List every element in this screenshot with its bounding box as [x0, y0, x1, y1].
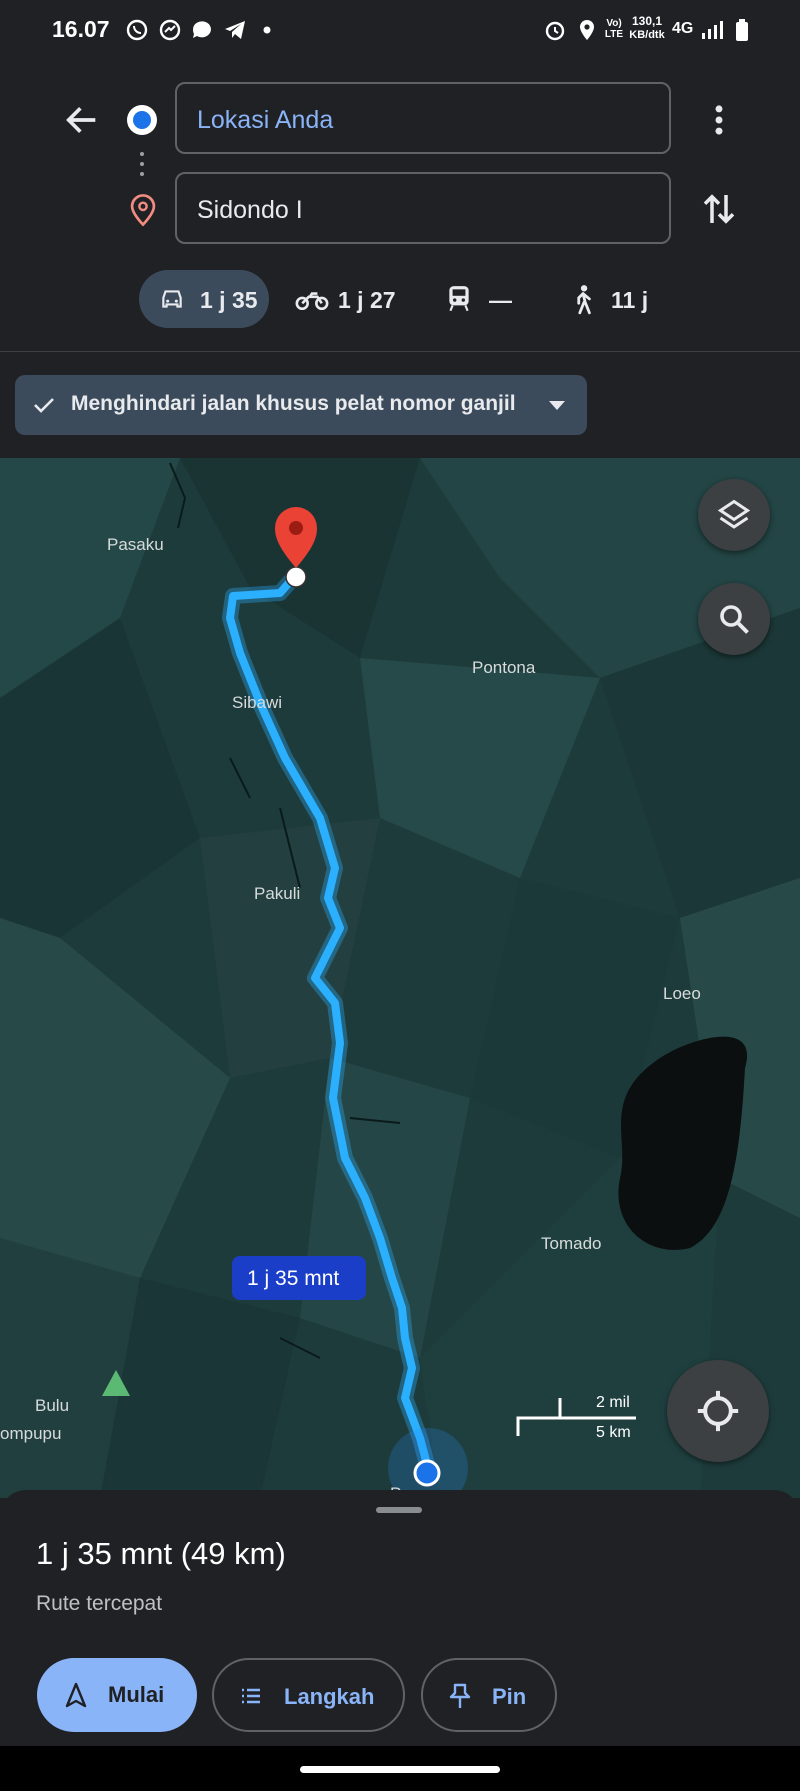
search-icon — [720, 605, 749, 634]
status-time: 16.07 — [52, 16, 110, 42]
mode-transit-tab[interactable]: — — [440, 270, 530, 328]
chip-label: Menghindari jalan khusus pelat nomor gan… — [71, 392, 516, 415]
place-label: Pakuli — [254, 884, 301, 903]
layers-icon — [717, 499, 751, 529]
place-label: Sibawi — [232, 693, 283, 712]
messenger-icon — [159, 19, 181, 41]
destination-text: Sidondo I — [197, 196, 303, 224]
place-label: ompupu — [0, 1424, 62, 1443]
place-label: Pasaku — [107, 535, 164, 554]
place-label: Pontona — [472, 658, 536, 677]
route-duration: 1 j 35 mnt (49 km) — [36, 1536, 286, 1571]
alarm-icon — [545, 21, 565, 41]
back-arrow-icon[interactable] — [62, 100, 102, 140]
battery-icon — [736, 19, 748, 41]
chevron-down-icon — [549, 401, 565, 410]
route-duration-label[interactable]: 1 j 35 mnt — [232, 1256, 366, 1300]
network-type: 4G — [672, 20, 694, 37]
walk-icon — [577, 285, 591, 315]
speed-value: 130,1 — [631, 14, 663, 28]
destination-pin-icon — [130, 194, 156, 227]
motorcycle-icon — [295, 292, 329, 311]
mode-motorcycle-tab[interactable]: 1 j 27 — [290, 270, 405, 328]
navigation-icon — [65, 1682, 87, 1708]
mode-motorcycle-time: 1 j 27 — [338, 287, 396, 313]
status-bar: 16.07 Vo) LTE 130,1 KB/dtk 4G — [0, 0, 800, 60]
start-button[interactable]: Mulai — [37, 1658, 197, 1732]
place-label: Tomado — [541, 1234, 602, 1253]
origin-dot-icon — [127, 105, 157, 135]
whatsapp-icon — [126, 19, 148, 41]
origin-text: Lokasi Anda — [197, 106, 334, 134]
route-connector-dots — [140, 152, 144, 176]
chat-icon — [192, 21, 211, 38]
start-label: Mulai — [108, 1682, 165, 1707]
scale-metric: 5 km — [596, 1424, 631, 1441]
origin-field[interactable]: Lokasi Anda — [175, 82, 671, 154]
list-icon — [242, 1688, 260, 1704]
more-notifications-icon — [263, 26, 271, 34]
mode-walk-time: 11 j — [611, 287, 649, 313]
crosshair-icon — [697, 1390, 739, 1432]
pin-label: Pin — [492, 1684, 527, 1709]
pin-icon — [449, 1683, 471, 1708]
map-terrain — [0, 458, 800, 1498]
my-location-button[interactable] — [667, 1360, 769, 1462]
telegram-icon — [225, 21, 245, 39]
destination-field[interactable]: Sidondo I — [175, 172, 671, 244]
scale-imperial: 2 mil — [596, 1394, 630, 1411]
search-button[interactable] — [698, 583, 770, 655]
mode-transit-time: — — [489, 287, 512, 313]
volte-label: Vo) LTE — [604, 18, 624, 40]
car-icon — [162, 290, 182, 308]
train-icon — [449, 286, 469, 312]
steps-button[interactable]: Langkah — [212, 1658, 405, 1732]
more-options-icon[interactable] — [700, 100, 738, 140]
check-icon — [34, 398, 54, 413]
place-label: Bulu — [35, 1396, 70, 1415]
location-icon — [580, 20, 594, 40]
sheet-drag-handle[interactable] — [376, 1507, 422, 1513]
mode-walk-tab[interactable]: 11 j — [565, 270, 650, 328]
speed-unit: KB/dtk — [629, 29, 665, 41]
avoid-odd-plate-chip[interactable]: Menghindari jalan khusus pelat nomor gan… — [15, 375, 587, 435]
mode-car-time: 1 j 35 — [200, 287, 258, 313]
map-view[interactable]: Pasaku Pontona Sibawi Pakuli Loeo Tomado… — [0, 458, 800, 1498]
route-duration-text: 1 j 35 mnt — [247, 1267, 340, 1290]
swap-icon[interactable] — [698, 188, 740, 230]
pin-button[interactable]: Pin — [421, 1658, 557, 1732]
place-label: Loeo — [663, 984, 701, 1003]
signal-icon — [702, 21, 723, 39]
steps-label: Langkah — [284, 1684, 375, 1709]
route-type: Rute tercepat — [36, 1592, 163, 1615]
home-gesture-pill[interactable] — [300, 1766, 500, 1773]
mode-car-tab[interactable]: 1 j 35 — [139, 270, 269, 328]
layers-button[interactable] — [698, 479, 770, 551]
